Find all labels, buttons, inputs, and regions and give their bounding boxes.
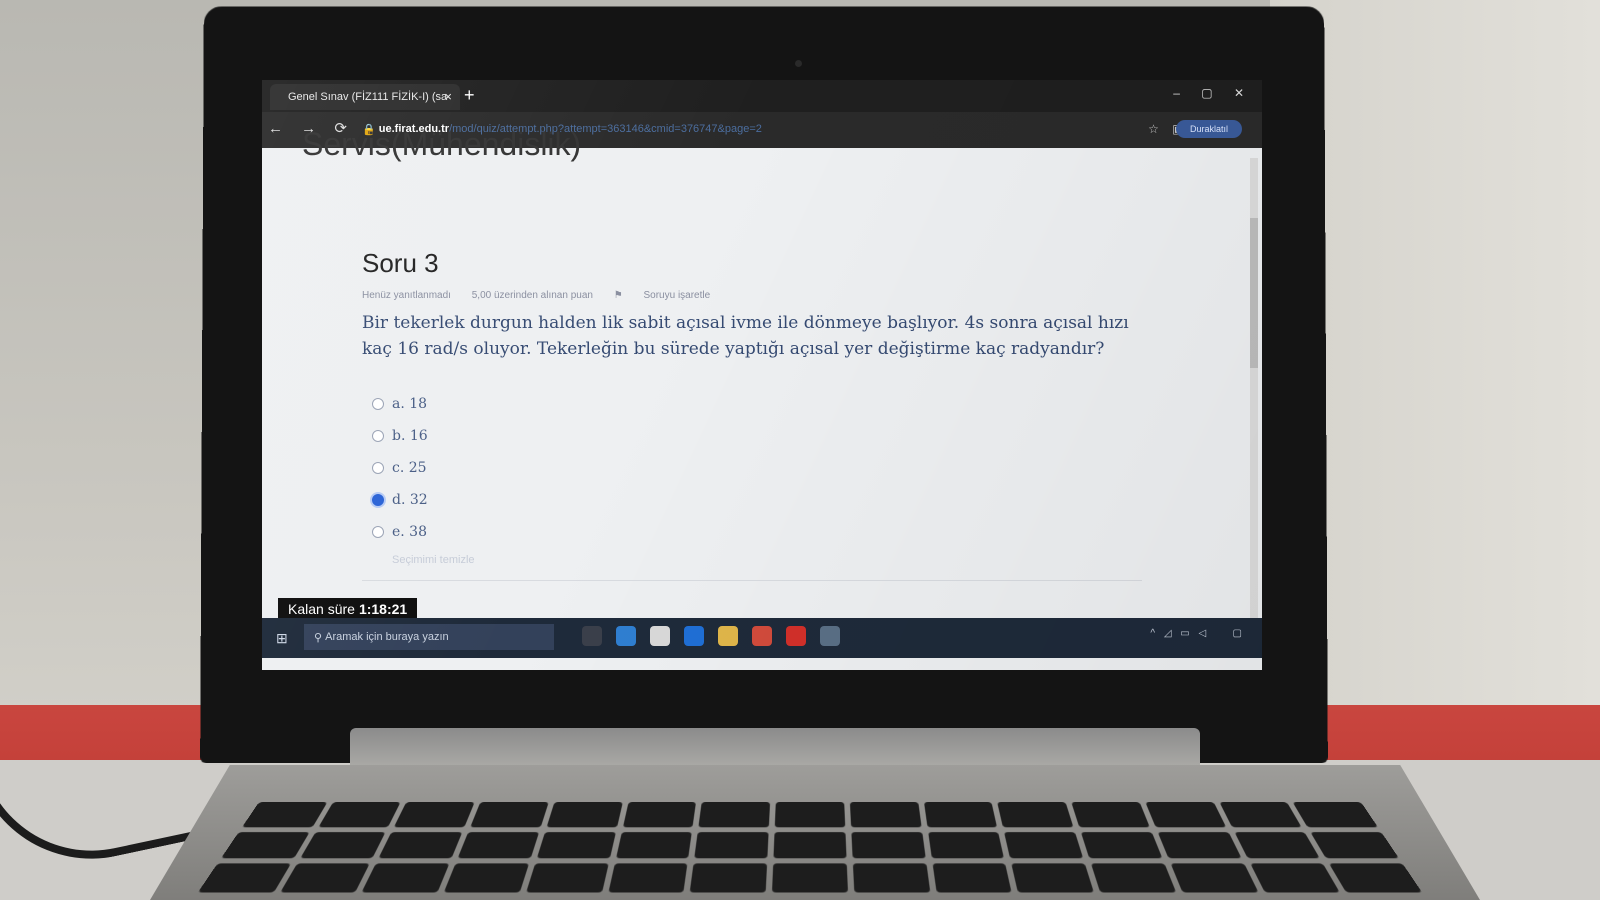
tab-title: Genel Sınav (FİZ111 FİZİK-I) (sa [288,91,448,103]
answer-option-c[interactable]: c. 25 [372,452,428,484]
key [923,802,998,828]
question-meta: Henüz yanıtlanmadı 5,00 üzerinden alınan… [362,290,746,301]
search-placeholder: Aramak için buraya yazın [325,631,449,643]
key [1170,863,1259,893]
answer-label: a. 18 [392,396,428,412]
folder-icon[interactable] [718,626,738,646]
answer-option-a[interactable]: a. 18 [372,388,428,420]
key [536,831,616,859]
taskbar-apps [582,626,840,646]
browser-tab[interactable]: Genel Sınav (FİZ111 FİZİK-I) (sa × [270,84,460,110]
key [242,802,328,828]
opera-icon[interactable] [786,626,806,646]
key [932,863,1012,893]
key [470,802,549,828]
key [361,863,450,893]
answer-label: e. 38 [392,524,427,540]
search-icon: ⚲ [314,631,326,644]
browser-tab-bar: Genel Sınav (FİZ111 FİZİK-I) (sa × + – ▢… [262,80,1262,112]
key [773,831,847,859]
divider [362,580,1142,581]
key [694,831,769,859]
key [774,802,846,828]
radio-b[interactable] [372,430,384,442]
key [378,831,463,859]
question-points: 5,00 üzerinden alınan puan [471,290,593,301]
answer-list: a. 18 b. 16 c. 25 d. 32 e. 38 [372,388,428,548]
key [279,863,371,893]
question-status: Henüz yanıtlanmadı [362,290,451,301]
key [443,863,529,893]
chrome-icon[interactable] [820,626,840,646]
windows-start-icon[interactable]: ⊞ [276,630,288,647]
radio-c[interactable] [372,462,384,474]
question-text: Bir tekerlek durgun halden lik sabit açı… [362,313,1129,359]
key [1157,831,1242,859]
key [1080,831,1163,859]
flag-icon: ⚑ [613,290,626,301]
answer-label: d. 32 [392,492,428,508]
key [1011,863,1094,893]
answer-option-b[interactable]: b. 16 [372,420,428,452]
task-view-icon[interactable] [582,626,602,646]
window-controls[interactable]: – ▢ ✕ [1173,86,1244,100]
key [927,831,1005,859]
app-icon[interactable] [752,626,772,646]
radio-d[interactable] [372,494,384,506]
scrollbar-thumb[interactable] [1250,218,1258,368]
key [299,831,387,859]
key [525,863,609,893]
key [1219,802,1302,828]
taskbar-search[interactable]: ⚲ Aramak için buraya yazın [304,624,554,650]
tab-close-icon[interactable]: × [444,89,452,104]
key [622,802,697,828]
radio-a[interactable] [372,398,384,410]
key [1004,831,1084,859]
edge-icon[interactable] [616,626,636,646]
key [318,802,401,828]
answer-option-d[interactable]: d. 32 [372,484,428,516]
new-tab-icon[interactable]: + [464,85,475,106]
laptop-screen: Genel Sınav (FİZ111 FİZİK-I) (sa × + – ▢… [262,80,1262,670]
page-heading: Servis(Mühendislik) [302,126,582,162]
key [1071,802,1150,828]
flag-label: Soruyu işaretle [643,290,711,301]
clear-choice-link[interactable]: Seçimimi temizle [392,554,475,566]
key [615,831,693,859]
store-icon[interactable] [650,626,670,646]
answer-label: c. 25 [392,460,427,476]
key [546,802,623,828]
key [849,802,922,828]
key [457,831,540,859]
key [608,863,688,893]
windows-taskbar: ⊞ ⚲ Aramak için buraya yazın ^ ◿ ▭ ◁ ▢ [262,618,1262,658]
quiz-page: Servis(Mühendislik) Soru 3 Henüz yanıtla… [262,126,1262,670]
keyboard [197,802,1423,893]
mail-icon[interactable] [684,626,704,646]
flag-question-link[interactable]: ⚑ Soruyu işaretle [614,290,728,301]
radio-e[interactable] [372,526,384,538]
system-tray[interactable]: ^ ◿ ▭ ◁ ▢ [1150,628,1242,639]
key [690,863,768,893]
profile-button[interactable]: Duraklatıl [1176,120,1242,138]
key [772,863,848,893]
key [852,863,930,893]
key [394,802,475,828]
answer-option-e[interactable]: e. 38 [372,516,428,548]
key [1145,802,1226,828]
key [1233,831,1321,859]
key [1091,863,1177,893]
webcam [795,60,802,67]
timer-label: Kalan süre [288,601,355,617]
question-title: Soru 3 [362,248,439,278]
timer-value: 1:18:21 [358,601,408,617]
time-remaining: Kalan süre 1:18:21 [278,598,418,620]
key [997,802,1074,828]
answer-label: b. 16 [392,428,428,444]
key [1249,863,1341,893]
key [698,802,771,828]
key [851,831,926,859]
